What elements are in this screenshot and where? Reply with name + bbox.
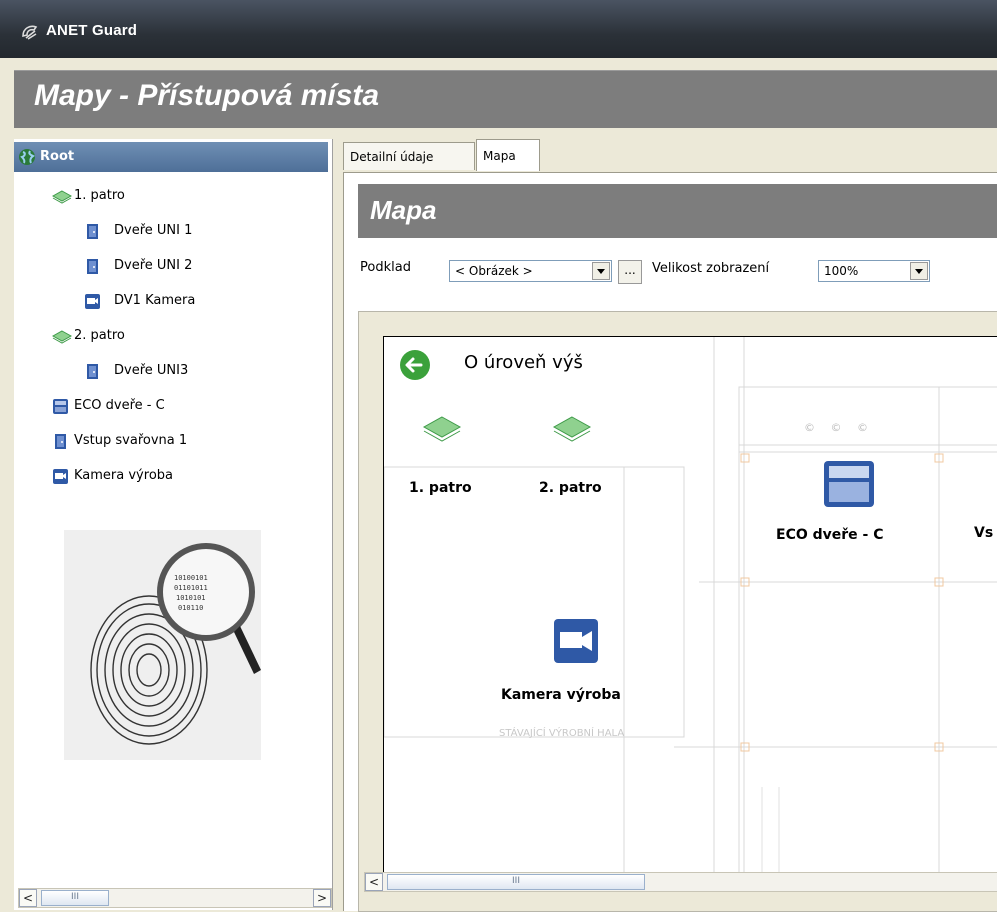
door-icon (87, 364, 98, 379)
tree-item-label: 1. patro (74, 188, 125, 203)
zoom-label: Velikost zobrazení (652, 261, 770, 276)
tree-item-label: ECO dveře - C (74, 398, 165, 413)
camera-icon (85, 294, 100, 309)
map-item-eco-door[interactable]: ECO dveře - C (776, 527, 884, 543)
background-value: < Obrázek > (455, 264, 533, 278)
controller-icon (53, 399, 68, 414)
map-horizontal-scrollbar[interactable]: < III (364, 872, 997, 892)
page-header: Mapy - Přístupová místa (14, 70, 997, 128)
door-icon (87, 259, 98, 274)
scroll-right-button[interactable]: > (313, 889, 331, 907)
map-canvas[interactable]: O úroveň výš 1. patro 2. patro © © © ECO… (383, 336, 997, 883)
scroll-left-button[interactable]: < (19, 889, 37, 907)
map-item-vstup[interactable]: Vs (974, 525, 993, 541)
scroll-left-button[interactable]: < (365, 873, 383, 891)
tree-root-label: Root (40, 149, 75, 164)
scroll-thumb[interactable]: III (387, 874, 645, 890)
page-title: Mapy - Přístupová místa (34, 79, 380, 112)
floor-icon (52, 190, 72, 204)
scroll-thumb[interactable]: III (41, 890, 109, 906)
tree-horizontal-scrollbar[interactable]: < III > (18, 888, 332, 908)
svg-text:01101011: 01101011 (174, 584, 208, 592)
globe-icon (19, 149, 35, 165)
tree-root[interactable]: Root (14, 142, 328, 172)
tree-item-label: Vstup svařovna 1 (74, 433, 188, 448)
chevron-down-icon[interactable] (592, 262, 610, 280)
floor-icon (52, 330, 72, 344)
map-item-floor-1[interactable]: 1. patro (409, 480, 472, 496)
map-header: Mapa (358, 184, 997, 238)
map-item-floor-2[interactable]: 2. patro (539, 480, 602, 496)
svg-text:10100101: 10100101 (174, 574, 208, 582)
level-up-link[interactable]: O úroveň výš (464, 352, 583, 373)
plan-marks: © © © (804, 421, 874, 434)
window-title: ANET Guard (46, 22, 138, 39)
background-label: Podklad (360, 260, 411, 275)
map-item-kamera-vyroba[interactable]: Kamera výroba (501, 687, 621, 703)
tree-item-label: DV1 Kamera (114, 293, 196, 308)
map-title: Mapa (370, 195, 437, 225)
tree-item-label: Dveře UNI 1 (114, 223, 193, 238)
tree-item-label: Dveře UNI3 (114, 363, 189, 378)
svg-text:010110: 010110 (178, 604, 203, 612)
chevron-down-icon[interactable] (910, 262, 928, 280)
camera-icon (53, 469, 68, 484)
background-select[interactable]: < Obrázek > (449, 260, 612, 282)
tree-item-label: Dveře UNI 2 (114, 258, 193, 273)
tab-map[interactable]: Mapa (476, 139, 540, 171)
floor-plan (384, 337, 997, 882)
fingerprint-magnifier-icon: 10100101 01101011 1010101 010110 (90, 543, 261, 745)
zoom-value: 100% (824, 264, 859, 278)
tab-details[interactable]: Detailní údaje (343, 142, 475, 170)
zoom-select[interactable]: 100% (818, 260, 930, 282)
tree-item-label: Kamera výroba (74, 468, 173, 483)
fingerprint-image: 10100101 01101011 1010101 010110 (64, 530, 261, 760)
tree-item-label: 2. patro (74, 328, 125, 343)
plan-hall-text: STÁVAJÍCÍ VÝROBNÍ HALA (499, 728, 625, 739)
door-icon (87, 224, 98, 239)
door-icon (55, 434, 66, 449)
svg-text:1010101: 1010101 (176, 594, 206, 602)
browse-button[interactable]: ... (618, 260, 642, 284)
app-icon (22, 25, 38, 40)
title-bar: ANET Guard (0, 0, 997, 58)
